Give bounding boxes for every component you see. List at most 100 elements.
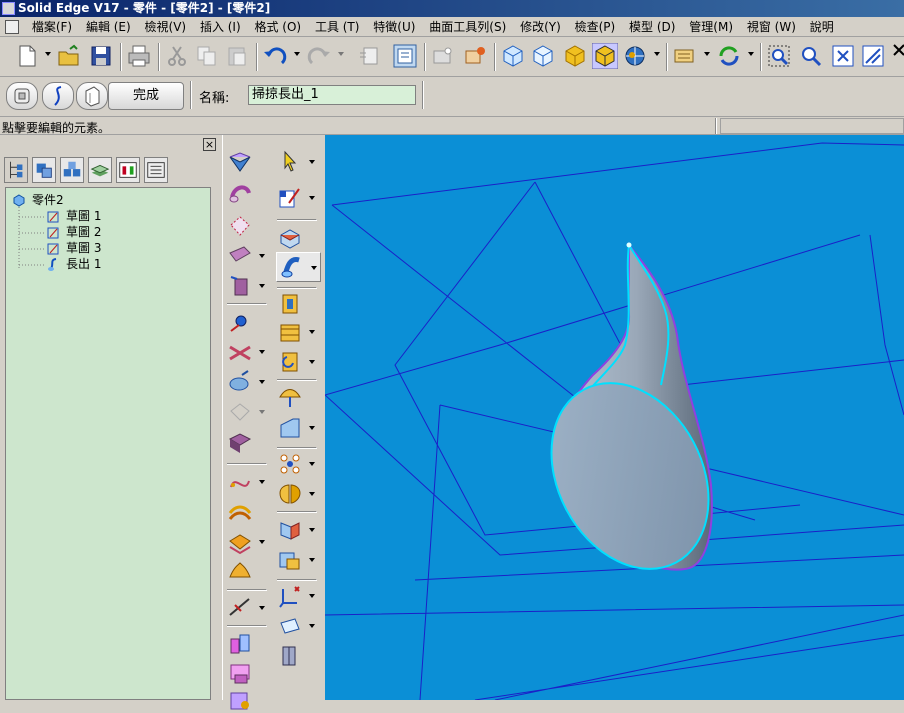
dropdown-icon[interactable] — [309, 557, 315, 563]
dropdown-icon[interactable] — [259, 283, 265, 289]
layer-dropdown-icon[interactable] — [704, 51, 710, 57]
menu-edit[interactable]: 編輯 (E) — [81, 17, 136, 37]
dropdown-icon[interactable] — [259, 253, 265, 259]
document-icon[interactable] — [5, 20, 19, 34]
blend-icon[interactable] — [227, 559, 253, 585]
paste-icon[interactable] — [224, 43, 250, 69]
menu-insert[interactable]: 插入 (I) — [195, 17, 246, 37]
menu-view[interactable]: 檢視(V) — [140, 17, 192, 37]
dropdown-icon[interactable] — [259, 479, 265, 485]
menu-modify[interactable]: 修改(Y) — [515, 17, 566, 37]
save-icon[interactable] — [88, 43, 114, 69]
hole-icon[interactable] — [277, 319, 303, 345]
revolved-cutout-icon[interactable] — [277, 349, 303, 375]
dropdown-icon[interactable] — [309, 425, 315, 431]
zoom-icon[interactable] — [798, 43, 824, 69]
sweep-start-point[interactable] — [626, 242, 632, 248]
coordinate-system-icon[interactable] — [277, 583, 303, 609]
dropdown-icon[interactable] — [309, 359, 315, 365]
menu-window[interactable]: 視窗 (W) — [742, 17, 801, 37]
viewport-canvas[interactable] — [325, 135, 904, 700]
menu-file[interactable]: 檔案(F) — [27, 17, 77, 37]
orient-icon[interactable] — [622, 43, 648, 69]
tools-tab-icon[interactable] — [144, 157, 168, 183]
trim-surface-icon[interactable] — [227, 661, 253, 687]
dropdown-icon[interactable] — [259, 379, 265, 385]
redo-dropdown-icon[interactable] — [338, 51, 344, 57]
mirror-icon[interactable] — [277, 481, 303, 507]
dropdown-icon[interactable] — [259, 605, 265, 611]
menu-manage[interactable]: 管理(M) — [684, 17, 738, 37]
new-icon[interactable] — [14, 43, 40, 69]
constraint-icon[interactable] — [430, 43, 456, 69]
protrusion-icon[interactable] — [277, 225, 303, 251]
point-icon[interactable] — [227, 309, 253, 335]
family-of-parts-tab-icon[interactable] — [60, 157, 84, 183]
curve-icon[interactable] — [227, 469, 253, 495]
dropdown-icon[interactable] — [259, 539, 265, 545]
iso-view-icon[interactable] — [500, 43, 526, 69]
print-icon[interactable] — [126, 43, 152, 69]
draft-icon[interactable] — [277, 643, 303, 669]
orient-dropdown-icon[interactable] — [654, 51, 660, 57]
swept-protrusion-button[interactable] — [276, 252, 321, 282]
redo-icon[interactable] — [306, 43, 332, 69]
copy-surface-icon[interactable] — [227, 529, 253, 555]
dropdown-icon[interactable] — [309, 329, 315, 335]
model-viewport[interactable] — [325, 135, 904, 700]
dropdown-icon[interactable] — [309, 623, 315, 629]
layers-tab-icon[interactable] — [88, 157, 112, 183]
split-body-icon[interactable] — [227, 631, 253, 657]
rotate-icon[interactable] — [716, 43, 742, 69]
bluesurf-icon[interactable] — [227, 149, 253, 175]
swept-surface-icon[interactable] — [227, 181, 253, 207]
stitched-surface-icon[interactable] — [227, 429, 253, 455]
cut-icon[interactable] — [164, 43, 190, 69]
dropdown-icon[interactable] — [259, 409, 265, 415]
step-button-path[interactable] — [42, 82, 74, 110]
undo-dropdown-icon[interactable] — [294, 51, 300, 57]
step-button-profile[interactable] — [76, 82, 108, 110]
select-tool-icon[interactable] — [277, 149, 303, 175]
new-dropdown-icon[interactable] — [45, 51, 51, 57]
menu-help[interactable]: 說明 — [805, 17, 839, 37]
shaded-edges-icon[interactable] — [592, 43, 618, 69]
cutout-icon[interactable] — [277, 291, 303, 317]
sketch-tool-icon[interactable] — [277, 185, 303, 211]
feature-pathfinder-tab-icon[interactable] — [4, 157, 28, 183]
chamfer-icon[interactable] — [277, 415, 303, 441]
bounded-surface-icon[interactable] — [227, 213, 253, 239]
menu-tools[interactable]: 工具 (T) — [310, 17, 365, 37]
menu-format[interactable]: 格式 (O) — [249, 17, 306, 37]
sketch-icon[interactable] — [462, 43, 488, 69]
menu-features[interactable]: 特徵(U) — [368, 17, 420, 37]
step-button-1[interactable] — [6, 82, 38, 110]
dropdown-icon[interactable] — [311, 265, 317, 271]
projected-curve-icon[interactable] — [227, 369, 253, 395]
view-icon[interactable] — [392, 43, 418, 69]
properties-icon[interactable] — [356, 43, 382, 69]
pattern-icon[interactable] — [277, 451, 303, 477]
edgebar-close-button[interactable]: × — [203, 138, 216, 151]
feature-library-tab-icon[interactable] — [32, 157, 56, 183]
intersection-curve-icon[interactable] — [227, 339, 253, 365]
split-curve-icon[interactable] — [227, 595, 253, 621]
copy-icon[interactable] — [194, 43, 220, 69]
add-body-icon[interactable] — [277, 547, 303, 573]
dropdown-icon[interactable] — [309, 593, 315, 599]
menu-inspect[interactable]: 檢查(P) — [570, 17, 621, 37]
cross-section-face[interactable] — [520, 356, 739, 597]
done-button[interactable]: 完成 — [108, 82, 184, 110]
replace-face-icon[interactable] — [227, 687, 253, 713]
dropdown-icon[interactable] — [309, 195, 315, 201]
pan-icon[interactable] — [860, 43, 886, 69]
open-icon[interactable] — [56, 43, 82, 69]
dropdown-icon[interactable] — [309, 461, 315, 467]
undo-icon[interactable] — [262, 43, 288, 69]
menu-surface-toolbar[interactable]: 曲面工具列(S) — [424, 17, 511, 37]
reference-plane-icon[interactable] — [277, 613, 303, 639]
dropdown-icon[interactable] — [309, 527, 315, 533]
dropdown-icon[interactable] — [309, 491, 315, 497]
offset-surface-icon[interactable] — [227, 499, 253, 525]
dropdown-icon[interactable] — [259, 349, 265, 355]
